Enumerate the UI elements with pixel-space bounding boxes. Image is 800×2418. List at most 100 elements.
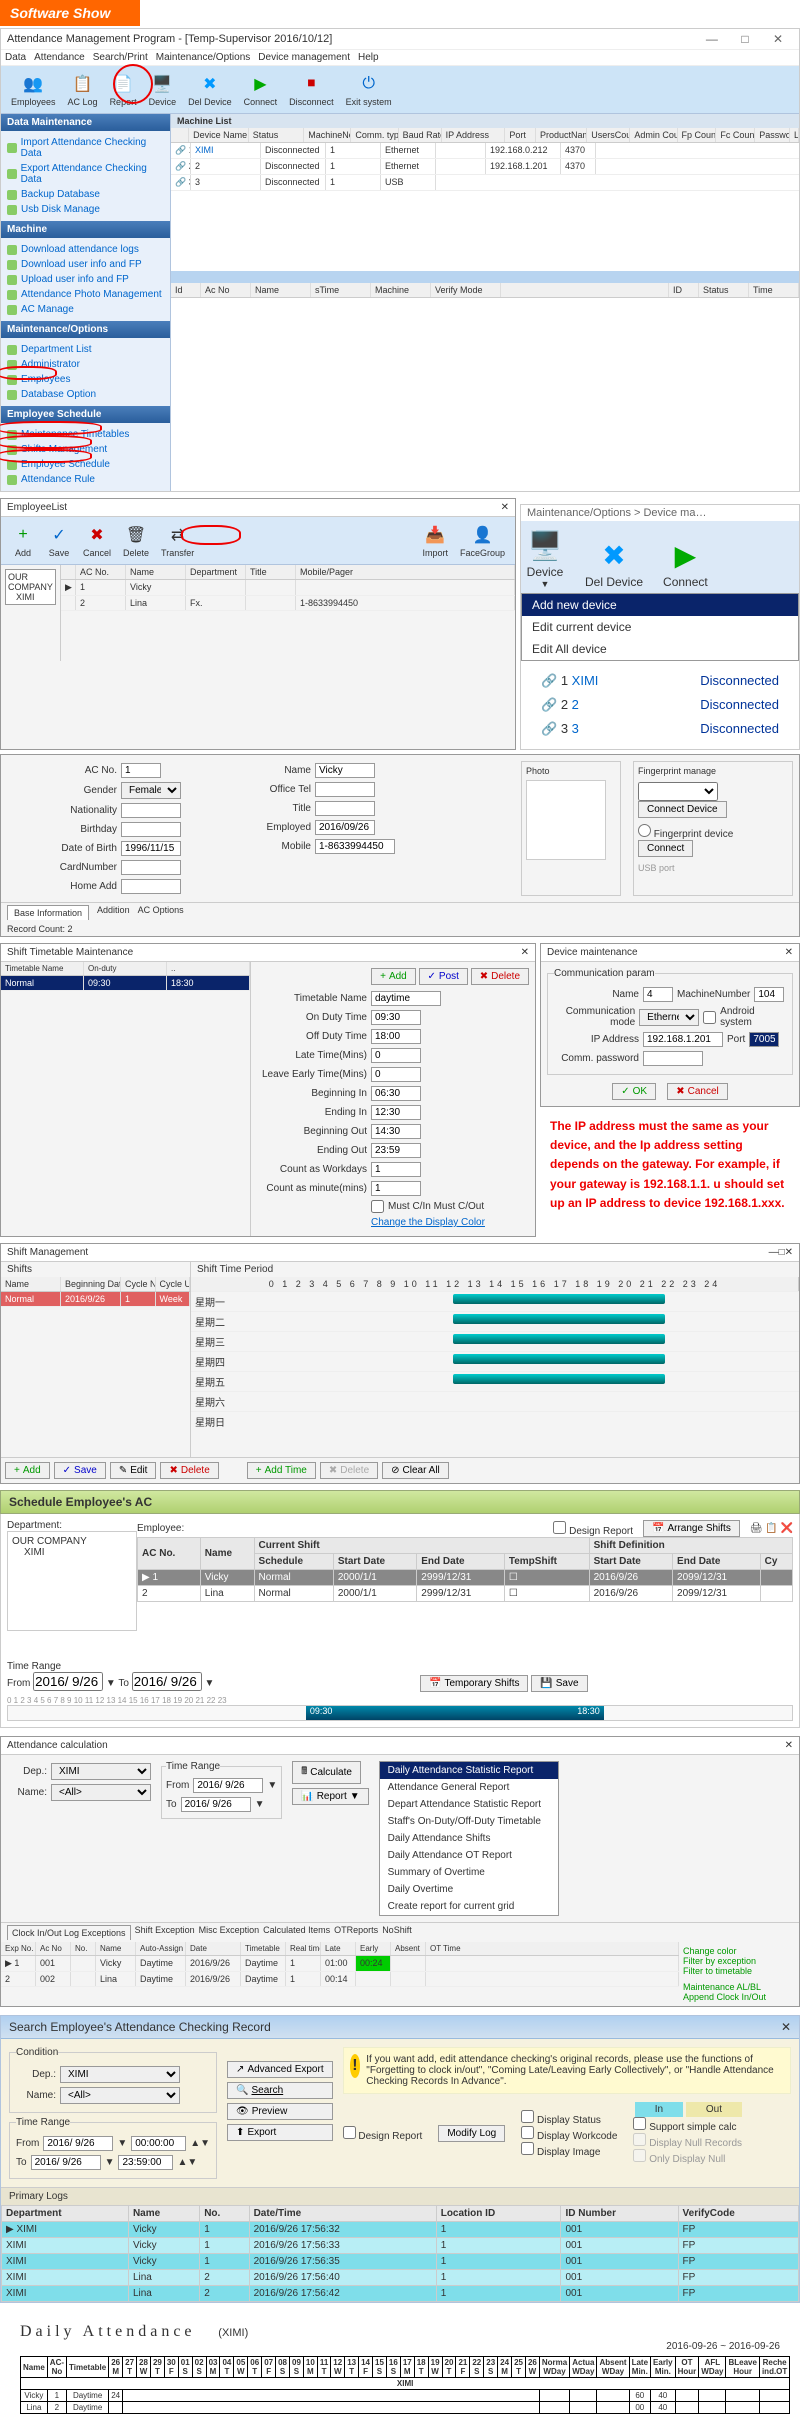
null-check[interactable]: [633, 2133, 646, 2146]
from-date[interactable]: [33, 1672, 103, 1691]
dl-user-item[interactable]: Download user info and FP: [7, 257, 164, 272]
modify-log-btn[interactable]: Modify Log: [438, 2125, 505, 2142]
log-row[interactable]: XIMILina22016/9/26 17:56:401001FP: [2, 2270, 799, 2286]
ok-button[interactable]: ✓ OK: [612, 1083, 656, 1100]
close-icon[interactable]: ✕: [781, 2020, 791, 2034]
device-big-button[interactable]: 🖥️Device▼: [525, 525, 565, 589]
dep-select[interactable]: XIMI: [51, 1763, 151, 1780]
tab-shift-exc[interactable]: Shift Exception: [135, 1925, 195, 1940]
menu-ot[interactable]: Daily Attendance OT Report: [380, 1847, 558, 1864]
disconnect-button[interactable]: ⏹Disconnect: [285, 70, 338, 109]
tab-noshift[interactable]: NoShift: [382, 1925, 412, 1940]
company-tree[interactable]: OUR COMPANY XIMI: [5, 569, 56, 605]
deldevice-button[interactable]: ✖Del Device: [184, 70, 236, 109]
from-date[interactable]: [43, 2136, 113, 2151]
clearall-btn[interactable]: ⊘ Clear All: [382, 1462, 449, 1479]
cancel-button[interactable]: ✖Cancel: [79, 521, 115, 560]
tab-addition[interactable]: Addition: [97, 905, 130, 920]
dob-field[interactable]: [121, 841, 181, 856]
options-header[interactable]: Maintenance/Options: [1, 321, 170, 338]
menu-maintenance[interactable]: Maintenance/Options: [156, 52, 251, 63]
menu-attendance[interactable]: Attendance: [34, 52, 85, 63]
photo-mgmt-item[interactable]: Attendance Photo Management: [7, 287, 164, 302]
dept-tree[interactable]: OUR COMPANY XIMI: [7, 1531, 137, 1631]
save-button[interactable]: ✓Save: [43, 521, 75, 560]
schedule-header[interactable]: Employee Schedule: [1, 406, 170, 423]
only-null-check[interactable]: [633, 2149, 646, 2162]
dm-ip-field[interactable]: [643, 1032, 723, 1047]
exit-button[interactable]: ⏻Exit system: [342, 70, 396, 109]
menu-depart[interactable]: Depart Attendance Statistic Report: [380, 1796, 558, 1813]
addtime-btn[interactable]: + Add Time: [247, 1462, 316, 1479]
home-field[interactable]: [121, 879, 181, 894]
menu-search[interactable]: Search/Print: [93, 52, 148, 63]
gender-select[interactable]: Female: [121, 782, 181, 799]
connect-device-btn[interactable]: Connect Device: [638, 801, 727, 818]
dm-machine-field[interactable]: [754, 987, 784, 1002]
shift-row[interactable]: Normal2016/9/261Week: [1, 1292, 190, 1307]
calculate-btn[interactable]: 🖩 Calculate: [292, 1761, 361, 1784]
menu-data[interactable]: Data: [5, 52, 26, 63]
early-field[interactable]: [371, 1067, 421, 1082]
import-button[interactable]: 📥Import: [418, 521, 452, 560]
close-icon[interactable]: ✕: [521, 947, 529, 958]
dep-select[interactable]: XIMI: [60, 2066, 180, 2083]
fp-select[interactable]: [638, 782, 718, 801]
menu-sum-ot[interactable]: Summary of Overtime: [380, 1864, 558, 1881]
employed-field[interactable]: [315, 820, 375, 835]
connect-button[interactable]: ▶Connect: [240, 70, 282, 109]
card-field[interactable]: [121, 860, 181, 875]
close-icon[interactable]: ✕: [501, 502, 509, 513]
maint-timetables-item[interactable]: Maintenance Timetables: [7, 427, 164, 442]
menu-help[interactable]: Help: [358, 52, 379, 63]
log-row[interactable]: ▶ XIMIVicky12016/9/26 17:56:321001FP: [2, 2222, 799, 2238]
preview-btn[interactable]: 👁 Preview: [227, 2103, 333, 2120]
add-button[interactable]: +Add: [7, 521, 39, 560]
begin-in-field[interactable]: [371, 1086, 421, 1101]
search-btn[interactable]: 🔍 Search: [227, 2082, 333, 2099]
tab-ot[interactable]: OTReports: [334, 1925, 378, 1940]
simple-calc-check[interactable]: [633, 2117, 646, 2130]
emp-schedule-item[interactable]: Employee Schedule: [7, 457, 164, 472]
att-rule-item[interactable]: Attendance Rule: [7, 472, 164, 487]
connect-big-button[interactable]: ▶Connect: [663, 535, 708, 589]
tab-ac-options[interactable]: AC Options: [138, 905, 184, 920]
edit-all-option[interactable]: Edit All device: [522, 638, 798, 660]
close-icon[interactable]: ✕: [785, 1247, 793, 1258]
calc-row[interactable]: ▶ 1 001 Vicky Daytime 2016/9/26 Daytime …: [1, 1956, 679, 1972]
tab-misc[interactable]: Misc Exception: [199, 1925, 260, 1940]
on-duty-field[interactable]: [371, 1010, 421, 1025]
add-device-option[interactable]: Add new device: [522, 594, 798, 616]
backup-item[interactable]: Backup Database: [7, 187, 164, 202]
ac-manage-item[interactable]: AC Manage: [7, 302, 164, 317]
admin-item[interactable]: Administrator: [7, 357, 164, 372]
append-clock-link[interactable]: Append Clock In/Out: [683, 1992, 795, 2002]
save-btn[interactable]: 💾 Save: [531, 1675, 587, 1692]
filter-tt-link[interactable]: Filter to timetable: [683, 1966, 795, 1976]
device-row[interactable]: 🔗 1 XIMI Disconnected 1 Ethernet 192.168…: [171, 143, 799, 159]
nationality-field[interactable]: [121, 803, 181, 818]
device-row[interactable]: 🔗 1 XIMI Disconnected: [541, 669, 779, 693]
menu-device-mgmt[interactable]: Device management: [258, 52, 350, 63]
fp-device-radio[interactable]: [638, 824, 651, 837]
maint-al-link[interactable]: Maintenance AL/BL: [683, 1982, 795, 1992]
dl-logs-item[interactable]: Download attendance logs: [7, 242, 164, 257]
from-time[interactable]: [131, 2136, 186, 2151]
title-field[interactable]: [315, 801, 375, 816]
add-btn[interactable]: + Add: [5, 1462, 50, 1479]
shifts-mgmt-item[interactable]: Shifts Management: [7, 442, 164, 457]
close-icon[interactable]: ✕: [785, 947, 793, 958]
adv-export-btn[interactable]: ↗ Advanced Export: [227, 2061, 333, 2078]
android-check[interactable]: [703, 1011, 716, 1024]
emp-row[interactable]: ▶ 1 Vicky: [61, 580, 515, 596]
to-date[interactable]: [31, 2155, 101, 2170]
add-btn[interactable]: + Add: [371, 968, 416, 985]
dm-port-field[interactable]: [749, 1032, 779, 1047]
sched-row[interactable]: 2LinaNormal2000/1/12999/12/31☐2016/9/262…: [138, 1586, 793, 1602]
disp-image-check[interactable]: [521, 2142, 534, 2155]
tt-name-field[interactable]: [371, 991, 441, 1006]
minutes-field[interactable]: [371, 1181, 421, 1196]
log-row[interactable]: XIMIVicky12016/9/26 17:56:331001FP: [2, 2238, 799, 2254]
delete-btn[interactable]: ✖ Delete: [160, 1462, 218, 1479]
disp-workcode-check[interactable]: [521, 2126, 534, 2139]
